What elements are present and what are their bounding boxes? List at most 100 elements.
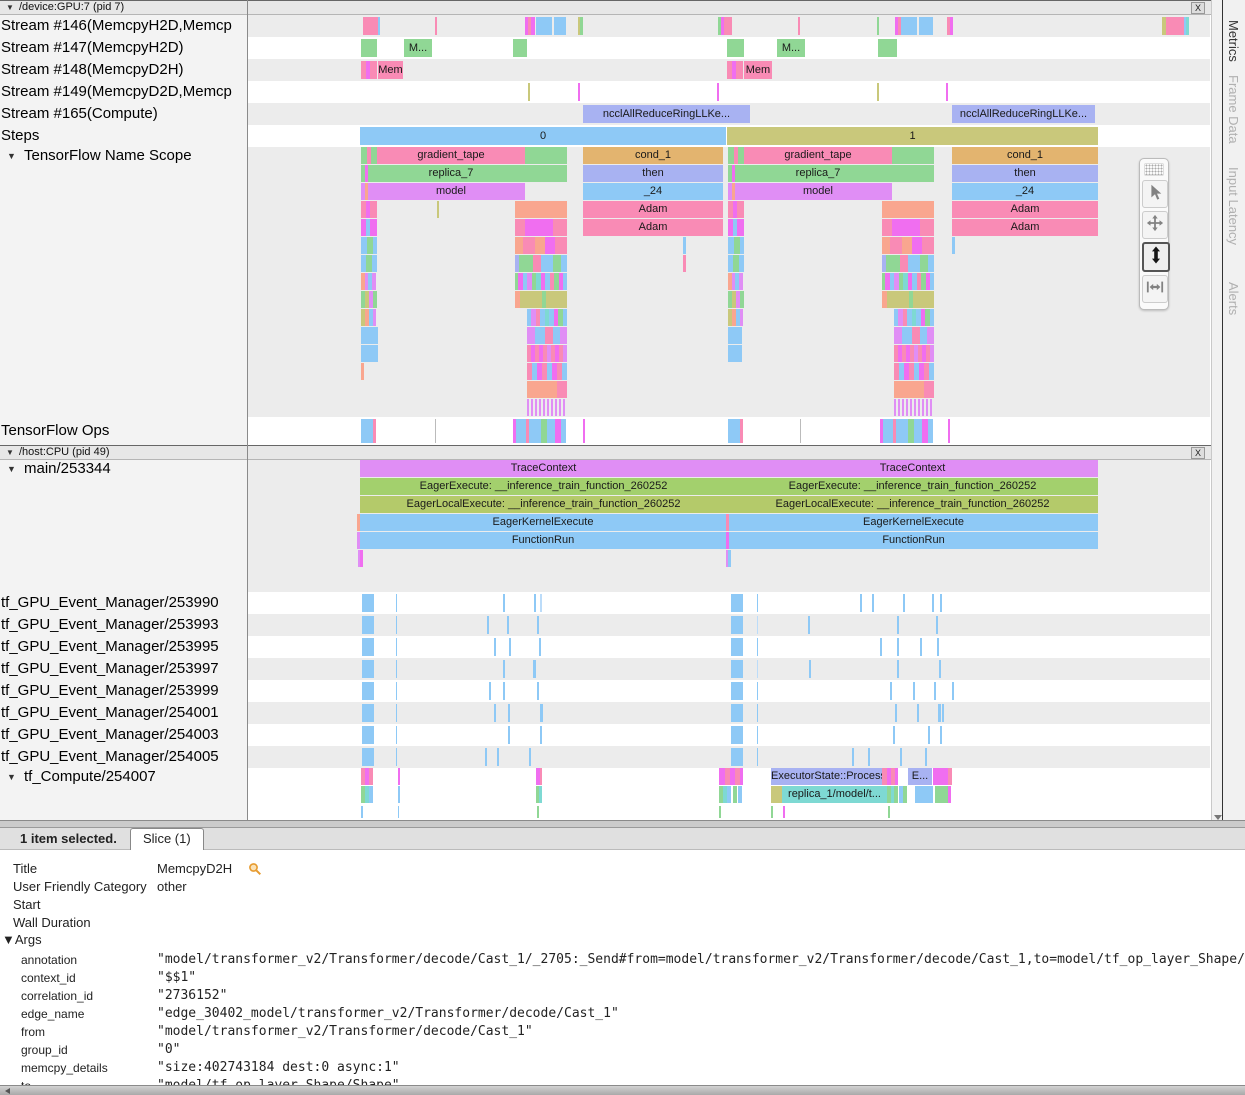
trace-slice[interactable]: EagerLocalExecute: __inference_train_fun… (727, 496, 1098, 513)
trace-slice[interactable] (737, 219, 744, 236)
trace-slice[interactable] (731, 726, 743, 744)
track-label[interactable]: tf_Compute/254007 (24, 768, 156, 786)
trace-slice[interactable] (520, 291, 542, 308)
collapse-arrow-icon[interactable]: ▼ (7, 460, 16, 478)
trace-slice[interactable] (537, 616, 539, 634)
trace-slice[interactable]: E... (908, 768, 932, 785)
trace-slice[interactable] (361, 327, 378, 344)
trace-slice[interactable] (546, 291, 567, 308)
trace-slice[interactable] (922, 399, 924, 416)
trace-slice[interactable] (683, 255, 686, 272)
trace-slice[interactable]: EagerExecute: __inference_train_function… (727, 478, 1098, 495)
trace-slice[interactable] (368, 183, 377, 200)
trace-slice[interactable] (503, 594, 505, 612)
trace-slice[interactable] (361, 363, 364, 380)
trace-slice[interactable] (539, 399, 541, 416)
trace-slice[interactable] (940, 726, 942, 744)
trace-slice[interactable] (361, 806, 363, 818)
trace-slice[interactable] (373, 309, 376, 326)
trace-slice[interactable]: ncclAllReduceRingLLKe... (583, 105, 750, 123)
trace-slice[interactable] (920, 255, 928, 272)
trace-slice[interactable]: Adam (952, 219, 1098, 236)
trace-slice[interactable] (535, 399, 537, 416)
trace-slice[interactable] (731, 616, 743, 634)
scroll-left-icon[interactable] (5, 1088, 10, 1094)
trace-slice[interactable] (896, 419, 908, 443)
trace-slice[interactable] (924, 381, 934, 398)
trace-slice[interactable]: ncclAllReduceRingLLKe... (952, 105, 1095, 123)
trace-slice[interactable]: TraceContext (360, 460, 727, 477)
trace-slice[interactable] (928, 419, 933, 443)
trace-slice[interactable] (398, 806, 399, 818)
trace-slice[interactable] (808, 616, 810, 634)
trace-slice[interactable] (563, 399, 565, 416)
trace-slice[interactable] (545, 327, 553, 344)
trace-slice[interactable] (928, 255, 934, 272)
trace-slice[interactable] (900, 255, 908, 272)
trace-slice[interactable] (757, 748, 758, 766)
trace-slice[interactable] (559, 399, 561, 416)
trace-slice[interactable] (562, 363, 567, 380)
trace-slice[interactable] (362, 682, 374, 700)
trace-slice[interactable] (798, 17, 800, 35)
trace-slice[interactable] (894, 381, 924, 398)
track-label[interactable]: tf_GPU_Event_Manager/254001 (1, 702, 219, 724)
trace-slice[interactable] (360, 550, 363, 567)
trace-slice[interactable] (757, 616, 758, 634)
trace-slice[interactable]: FunctionRun (729, 532, 1098, 549)
trace-slice[interactable] (529, 748, 531, 766)
trace-slice[interactable] (852, 748, 854, 766)
collapse-arrow-icon[interactable]: ▼ (7, 147, 16, 165)
process-header[interactable]: ▼/host:CPU (pid 49)X (0, 445, 1211, 460)
trace-slice[interactable] (435, 419, 436, 443)
zoom-vertical-tool[interactable] (1142, 242, 1170, 272)
track-label[interactable]: tf_GPU_Event_Manager/253999 (1, 680, 219, 702)
trace-slice[interactable] (727, 39, 744, 57)
vertical-scrollbar[interactable] (1211, 0, 1222, 828)
trace-slice[interactable] (555, 399, 557, 416)
trace-slice[interactable] (547, 399, 549, 416)
trace-slice[interactable] (485, 748, 487, 766)
trace-slice[interactable] (539, 786, 542, 803)
trace-slice[interactable] (771, 806, 773, 818)
trace-slice[interactable]: cond_1 (583, 147, 723, 164)
trace-slice[interactable] (516, 419, 526, 443)
trace-slice[interactable] (897, 660, 899, 678)
trace-slice[interactable] (930, 399, 932, 416)
trace-slice[interactable] (362, 726, 374, 744)
trace-slice[interactable]: replica_7 (744, 165, 892, 182)
trace-slice[interactable] (877, 17, 879, 35)
trace-slice[interactable] (1186, 17, 1189, 35)
trace-slice[interactable] (887, 291, 909, 308)
track-label[interactable]: Stream #165(Compute) (1, 103, 158, 125)
trace-slice[interactable] (731, 682, 743, 700)
trace-slice[interactable] (398, 768, 400, 785)
trace-slice[interactable] (369, 768, 373, 785)
trace-slice[interactable] (914, 399, 916, 416)
collapse-arrow-icon[interactable]: ▼ (7, 768, 16, 786)
trace-slice[interactable] (740, 291, 744, 308)
trace-slice[interactable] (890, 237, 902, 254)
trace-slice[interactable] (878, 39, 897, 57)
trace-slice[interactable]: EagerLocalExecute: __inference_train_fun… (360, 496, 727, 513)
trace-slice[interactable] (948, 768, 952, 785)
trace-slice[interactable] (902, 237, 912, 254)
collapse-arrow-icon[interactable]: ▼ (6, 446, 14, 459)
trace-slice[interactable] (717, 83, 719, 101)
trace-slice[interactable] (361, 39, 377, 57)
trace-slice[interactable] (536, 17, 552, 35)
trace-slice[interactable] (540, 726, 542, 744)
trace-slice[interactable] (888, 806, 890, 818)
trace-slice[interactable]: M... (404, 39, 432, 57)
trace-slice[interactable] (555, 237, 567, 254)
trace-slice[interactable]: 0 (360, 127, 726, 145)
trace-slice[interactable] (533, 660, 536, 678)
trace-slice[interactable] (920, 219, 934, 236)
trace-slice[interactable] (553, 219, 567, 236)
trace-slice[interactable] (531, 399, 533, 416)
trace-slice[interactable] (719, 806, 721, 818)
trace-slice[interactable]: Adam (583, 219, 723, 236)
track-label[interactable]: tf_GPU_Event_Manager/253990 (1, 592, 219, 614)
trace-slice[interactable] (531, 17, 535, 35)
track-label[interactable]: Stream #146(MemcpyH2D,Memcp (1, 15, 232, 37)
